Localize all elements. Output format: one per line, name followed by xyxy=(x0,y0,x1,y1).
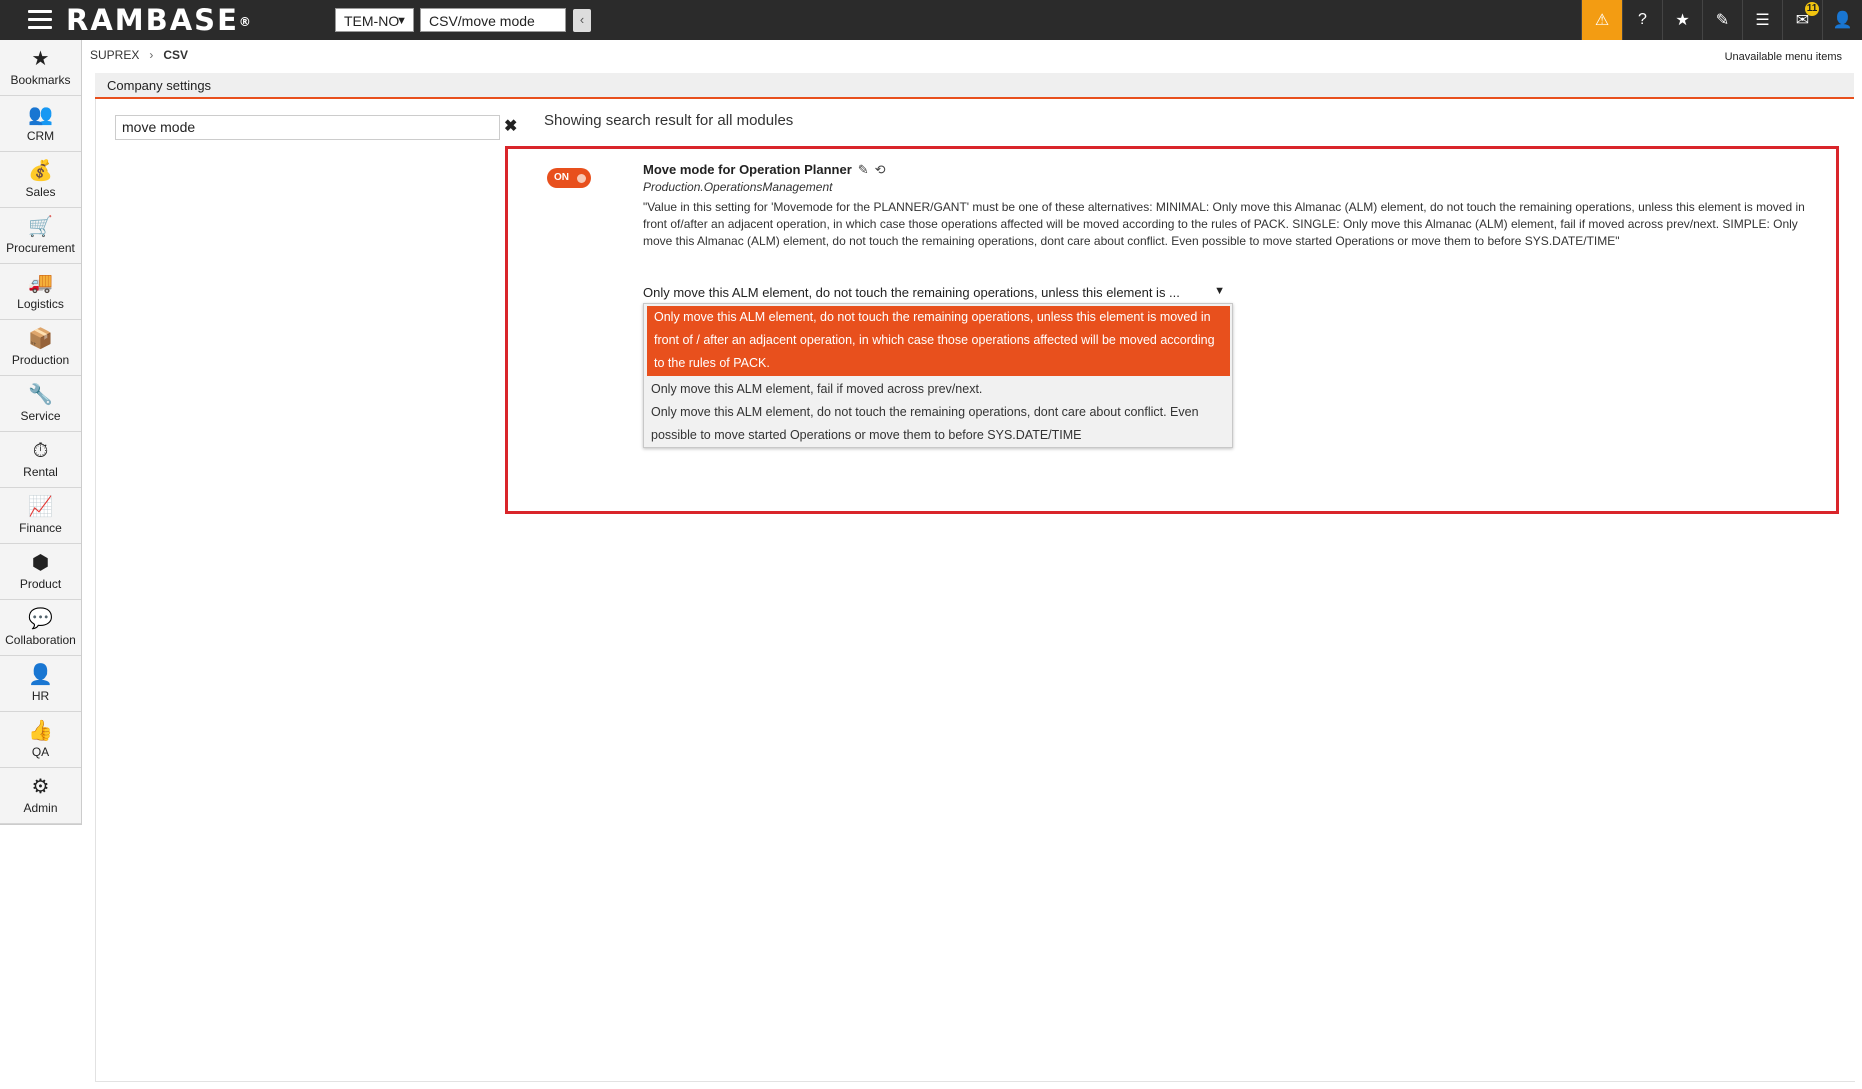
unavailable-menu-items-link[interactable]: Unavailable menu items xyxy=(1725,51,1842,63)
setting-title-text: Move mode for Operation Planner xyxy=(643,162,852,177)
sidebar-item-label: Product xyxy=(19,577,62,591)
breadcrumb-parent[interactable]: SUPREX xyxy=(90,48,139,62)
rambase-logo[interactable]: RAMBASE® xyxy=(66,4,251,36)
sidebar-item-label: Production xyxy=(11,353,70,367)
reset-icon[interactable]: ⟲ xyxy=(875,162,886,177)
sidebar-item-procurement[interactable]: 🛒 Procurement xyxy=(0,208,81,264)
setting-toggle[interactable]: ON xyxy=(547,168,591,188)
logo-registered-mark: ® xyxy=(238,15,251,29)
sidebar-item-collaboration[interactable]: 💬 Collaboration xyxy=(0,600,81,656)
list-icon[interactable]: ☰ xyxy=(1742,0,1782,40)
sidebar-item-logistics[interactable]: 🚚 Logistics xyxy=(0,264,81,320)
chevron-down-icon: ▼ xyxy=(396,15,407,27)
chat-icon: 💬 xyxy=(28,608,53,630)
dropdown-option[interactable]: Only move this ALM element, fail if move… xyxy=(644,378,1232,401)
warning-icon[interactable]: ⚠ xyxy=(1581,0,1622,40)
gear-icon: ⚙ xyxy=(31,776,50,798)
sidebar-item-production[interactable]: 📦 Production xyxy=(0,320,81,376)
star-icon[interactable]: ★ xyxy=(1662,0,1702,40)
dropdown-arrow-icon: ▼ xyxy=(1214,285,1225,297)
sidebar-item-sales[interactable]: 💰 Sales xyxy=(0,152,81,208)
breadcrumb-current: CSV xyxy=(163,48,189,62)
setting-description: "Value in this setting for 'Movemode for… xyxy=(643,200,1805,248)
people-icon: 👥 xyxy=(28,104,53,126)
sidebar-item-label: Collaboration xyxy=(5,633,76,647)
toggle-knob xyxy=(577,174,586,183)
sidebar-item-label: CRM xyxy=(26,129,55,143)
paperclip-icon[interactable]: ✎ xyxy=(1702,0,1742,40)
sidebar-item-crm[interactable]: 👥 CRM xyxy=(0,96,81,152)
sidebar-item-label: Bookmarks xyxy=(10,73,71,87)
wrench-icon: 🔧 xyxy=(28,384,53,406)
sidebar-item-finance[interactable]: 📈 Finance xyxy=(0,488,81,544)
sidebar-item-qa[interactable]: 👍 QA xyxy=(0,712,81,768)
sidebar-item-hr[interactable]: 👤 HR xyxy=(0,656,81,712)
settings-search-input[interactable]: move mode xyxy=(115,115,500,140)
sidebar-item-product[interactable]: ⬢ Product xyxy=(0,544,81,600)
sidebar-item-rental[interactable]: ⏱ Rental xyxy=(0,432,81,488)
sidebar-item-service[interactable]: 🔧 Service xyxy=(0,376,81,432)
thumbs-up-icon: 👍 xyxy=(28,720,53,742)
breadcrumb-separator: › xyxy=(149,48,154,62)
edit-icon[interactable]: ✎ xyxy=(858,162,869,177)
logo-text: RAMBASE xyxy=(66,3,239,37)
sidebar-item-label: HR xyxy=(31,689,50,703)
setting-title: Move mode for Operation Planner ✎ ⟲ xyxy=(643,162,886,178)
rental-clock-icon: ⏱ xyxy=(32,440,49,462)
cube-icon: ⬢ xyxy=(31,552,50,574)
sidebar-item-label: Rental xyxy=(23,465,58,479)
sidebar: ★ Bookmarks 👥 CRM 💰 Sales 🛒 Procurement 🚚 Log… xyxy=(0,40,82,825)
menu-icon[interactable] xyxy=(28,10,52,30)
sidebar-item-label: Sales xyxy=(25,185,56,199)
user-icon[interactable]: 👤 xyxy=(1822,0,1862,40)
person-icon: 👤 xyxy=(28,664,53,686)
global-search-input[interactable]: CSV/move mode xyxy=(420,8,566,32)
notification-badge: 11 xyxy=(1805,2,1819,16)
company-select[interactable]: TEM-NO ▼ xyxy=(335,8,414,32)
breadcrumb: SUPREX › CSV xyxy=(90,48,188,62)
dropdown-option[interactable]: Only move this ALM element, do not touch… xyxy=(644,401,1232,447)
boxes-icon: 📦 xyxy=(28,328,53,350)
dropdown-selected-value: Only move this ALM element, do not touch… xyxy=(643,285,1180,300)
panel-title: Company settings xyxy=(107,78,212,93)
dropdown-list: Only move this ALM element, do not touch… xyxy=(643,303,1233,448)
setting-value-dropdown[interactable]: Only move this ALM element, do not touch… xyxy=(643,285,1225,303)
sidebar-item-admin[interactable]: ⚙ Admin xyxy=(0,768,81,824)
bookmark-star-icon: ★ xyxy=(31,48,50,70)
panel-header: Company settings xyxy=(95,73,1854,99)
truck-icon: 🚚 xyxy=(28,272,53,294)
search-result-text: Showing search result for all modules xyxy=(544,112,794,129)
mail-icon[interactable]: ✉ 11 xyxy=(1782,0,1822,40)
clear-search-icon[interactable]: ✖ xyxy=(504,116,517,136)
back-button[interactable]: ‹ xyxy=(573,9,591,32)
chart-line-icon: 📈 xyxy=(28,496,53,518)
cart-icon: 🛒 xyxy=(28,216,53,238)
sidebar-item-label: Service xyxy=(20,409,61,423)
sidebar-item-bookmarks[interactable]: ★ Bookmarks xyxy=(0,40,81,96)
setting-module: Production.OperationsManagement xyxy=(643,180,833,194)
sidebar-item-label: Finance xyxy=(19,521,62,535)
sidebar-item-label: QA xyxy=(31,745,50,759)
dropdown-option[interactable]: Only move this ALM element, do not touch… xyxy=(647,306,1230,376)
sidebar-item-label: Admin xyxy=(23,801,58,815)
sidebar-item-label: Logistics xyxy=(17,297,64,311)
top-bar: RAMBASE® TEM-NO ▼ CSV/move mode ‹ ⚠ ? ★ … xyxy=(0,0,1862,40)
money-bag-icon: 💰 xyxy=(28,160,53,182)
top-icons: ⚠ ? ★ ✎ ☰ ✉ 11 👤 xyxy=(1581,0,1862,40)
toggle-label: ON xyxy=(554,172,569,183)
help-icon[interactable]: ? xyxy=(1622,0,1662,40)
company-select-value: TEM-NO xyxy=(344,13,400,29)
sidebar-item-label: Procurement xyxy=(6,241,75,255)
global-search-value: CSV/move mode xyxy=(429,13,535,29)
settings-search-value: move mode xyxy=(122,119,196,135)
